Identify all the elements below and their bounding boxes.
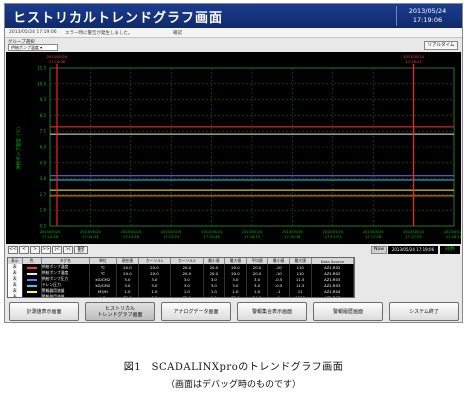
x-tick-date: 2013/05/24 (120, 230, 141, 234)
x-tick-time: 17:17:03 (325, 235, 341, 239)
x-tick-date: 2013/05/24 (444, 230, 461, 234)
tag-table: 表示 色 タグ名 単位 現在値 カーソル1 カーソル2 最小値 最大値 平均値 … (7, 257, 355, 298)
x-tick-date: 2013/05/24 (161, 230, 182, 234)
y-tick-label: 10.4 (37, 81, 46, 86)
y-tick-label: 4.9 (40, 160, 47, 165)
y-tick-label: 3.8 (40, 176, 47, 181)
x-tick-time: 17:14:08 (42, 235, 59, 239)
nav-next-button[interactable]: > (30, 246, 40, 254)
x-tick-date: 2013/05/24 (201, 230, 222, 234)
cell-source: AZ1.R07 (311, 294, 354, 297)
clock-date: 2013/05/24 (408, 7, 447, 15)
color-swatch (26, 272, 37, 275)
message-text: エラー時に警告が発生しました。 (65, 31, 133, 36)
group-select[interactable]: 供給ポンプ温度 ▾ (8, 44, 58, 51)
cell-value: 1000 (289, 294, 312, 297)
function-button-row: 計測値表示画面 ヒストリカル トレンドグラフ画面 アナログデータ画面 警報集合表… (5, 302, 462, 322)
measurement-screen-button[interactable]: 計測値表示画面 (9, 302, 79, 321)
cell-color (22, 294, 42, 297)
time-navigation: << < > >> |< >| 最新 表示 Now 2013/05/24 17:… (5, 244, 462, 256)
color-swatch (26, 266, 37, 269)
color-swatch (26, 284, 37, 287)
app-window: ヒストリカルトレンドグラフ画面 2013/05/24 17:19:06 2013… (4, 3, 463, 323)
x-tick-time: 17:17:53 (406, 235, 422, 239)
y-tick-label: 2.7 (40, 192, 47, 197)
x-tick-date: 2013/05/24 (40, 230, 61, 234)
x-tick-date: 2013/05/24 (282, 230, 303, 234)
y-tick-label: 9.3 (40, 97, 47, 102)
table-body: 表供給ポンプ温度 ℃ 20.0 20.0 20.0 20.0 20.0 20.0 -10 110 A… (8, 264, 354, 297)
cell-value: 70.0 (170, 294, 204, 297)
cursor-date: 2013/05/24 (47, 55, 68, 59)
now-value: 2013/05/24 17:19:06 (388, 246, 438, 254)
realtime-button[interactable]: リアルタイム (424, 41, 458, 50)
nav-first-button[interactable]: << (8, 246, 18, 254)
table-row[interactable]: 表警報器用流量 kG 72.0 0.0 70.0 0.0 70.0 24.0 0 1000 AZ1.… (8, 294, 354, 297)
x-tick-time: 17:17:28 (365, 235, 382, 239)
color-swatch (26, 278, 37, 281)
x-tick-date: 2013/05/24 (322, 230, 343, 234)
x-tick-date: 2013/05/24 (80, 230, 101, 234)
nav-start-button[interactable]: |< (52, 246, 62, 254)
trend-chart-svg: 11.510.49.38.27.16.04.93.82.71.60.52013/… (15, 55, 461, 239)
figure-caption-note: （画面はデバッグ時のものです） (165, 380, 301, 390)
y-tick-label: 8.2 (40, 113, 47, 118)
historical-trend-button[interactable]: ヒストリカル トレンドグラフ画面 (85, 302, 155, 321)
cursor-time: 17:18:22 (406, 60, 422, 64)
alarm-history-button[interactable]: 警報履歴画面 (313, 302, 383, 321)
cell-value: 70.0 (224, 294, 247, 297)
color-swatch (26, 296, 37, 297)
time-scale-select[interactable]: 30秒 (440, 246, 460, 254)
window-title: ヒストリカルトレンドグラフ画面 (13, 11, 224, 26)
cell-show: 表 (8, 294, 23, 297)
y-tick-label: 1.6 (40, 208, 47, 213)
tag-table-grid: 表示 色 タグ名 単位 現在値 カーソル1 カーソル2 最小値 最大値 平均値 … (8, 258, 354, 297)
nav-end-button[interactable]: >| (63, 246, 73, 254)
x-tick-time: 17:14:58 (123, 235, 140, 239)
x-tick-time: 17:16:13 (244, 235, 260, 239)
cursor-date: 2013/05/24 (403, 55, 424, 59)
message-timestamp: 2013/05/24 17:19:06 (9, 30, 57, 35)
analog-data-button[interactable]: アナログデータ画面 (161, 302, 231, 321)
cell-value: 0 (267, 294, 290, 297)
cell-value: 0.0 (203, 294, 226, 297)
x-tick-date: 2013/05/24 (363, 230, 384, 234)
x-tick-time: 17:15:48 (204, 235, 221, 239)
latest-display-button[interactable]: 最新 表示 (74, 246, 88, 254)
system-exit-button[interactable]: システム終了 (389, 302, 459, 321)
figure-caption: 図1 SCADALINXproのトレンドグラフ画面 (123, 362, 344, 373)
title-bar: ヒストリカルトレンドグラフ画面 2013/05/24 17:19:06 (5, 4, 462, 28)
x-tick-time: 17:15:23 (163, 235, 179, 239)
x-tick-date: 2013/05/24 (242, 230, 263, 234)
nav-prev-button[interactable]: < (19, 246, 29, 254)
cell-value: 24.0 (246, 294, 269, 297)
x-tick-time: 17:18:18 (446, 235, 461, 239)
cell-value: 72.0 (116, 294, 139, 297)
trend-chart[interactable]: 11.5 10.4 9.3 8.2 7.1 6.0 4.9 3.8 2.7 1.6 0.5 2013/… (6, 52, 461, 244)
y-tick-label: 0.5 (40, 224, 47, 229)
y-axis-label: 供給ポンプ温度（℃） (15, 124, 22, 169)
message-status: 確認 (173, 31, 182, 36)
alarm-summary-button[interactable]: 警報集合表示画面 (237, 302, 307, 321)
cursor-time: 17:14:08 (49, 60, 66, 64)
nav-last-button[interactable]: >> (41, 246, 51, 254)
cell-value: 0.0 (138, 294, 172, 297)
x-tick-time: 17:14:33 (82, 235, 98, 239)
clock-time: 17:19:06 (412, 16, 443, 24)
group-select-value: 供給ポンプ温度 (11, 45, 39, 50)
y-tick-label: 11.5 (37, 66, 46, 71)
x-tick-date: 2013/05/24 (403, 230, 424, 234)
y-tick-label: 7.1 (40, 129, 47, 134)
cell-unit: kG (89, 294, 118, 297)
now-label: Now (371, 246, 387, 254)
x-tick-time: 17:16:38 (284, 235, 301, 239)
clock: 2013/05/24 17:19:06 (396, 6, 458, 26)
cell-tag: 警報器用流量 (41, 294, 90, 297)
y-tick-label: 6.0 (40, 145, 47, 150)
message-bar[interactable]: 2013/05/24 17:19:06 エラー時に警告が発生しました。 確認 (5, 28, 462, 38)
color-swatch (26, 290, 37, 293)
group-selector-row: グループ選択 供給ポンプ温度 ▾ リアルタイム (5, 38, 462, 52)
